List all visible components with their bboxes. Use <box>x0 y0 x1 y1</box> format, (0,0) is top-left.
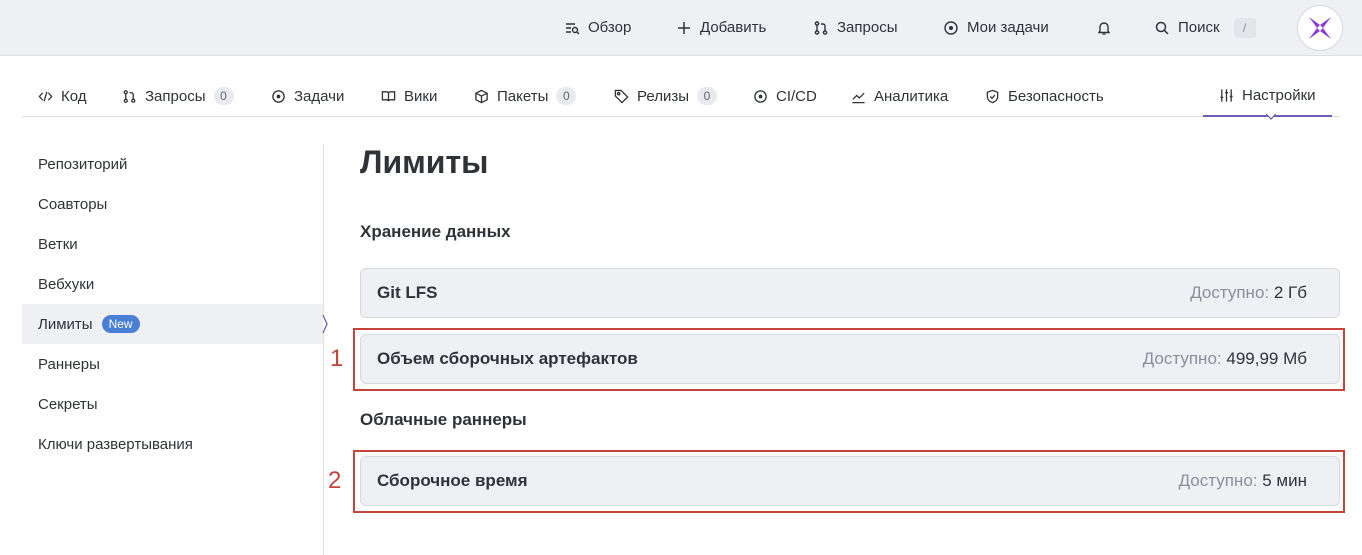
add-label: Добавить <box>700 19 767 36</box>
sidebar-item-label: Лимиты <box>38 315 93 333</box>
task-circle-icon <box>944 20 958 35</box>
search-label: Поиск <box>1178 19 1220 36</box>
sidebar-item-deploy-keys[interactable]: Ключи развертывания <box>22 424 324 464</box>
tab-packages[interactable]: Пакеты 0 <box>474 76 577 116</box>
sidebar-item-limits[interactable]: Лимиты New <box>22 304 324 344</box>
tab-label: Релизы <box>637 87 689 105</box>
chart-line-icon <box>852 92 865 103</box>
sidebar-item-label: Раннеры <box>38 355 100 373</box>
sidebar-item-branches[interactable]: Ветки <box>22 224 324 264</box>
tab-label: CI/CD <box>776 87 817 105</box>
annotation-number: 1 <box>330 345 344 372</box>
pull-request-icon <box>123 89 136 103</box>
tab-security[interactable]: Безопасность <box>985 76 1104 116</box>
sidebar-divider <box>323 144 324 555</box>
tab-tasks[interactable]: Задачи <box>271 76 344 116</box>
sidebar-item-runners[interactable]: Раннеры <box>22 344 324 384</box>
pipeline-circle-icon <box>754 89 767 103</box>
sidebar-item-webhooks[interactable]: Вебхуки <box>22 264 324 304</box>
task-circle-icon <box>272 89 285 103</box>
search-shortcut-key: / <box>1233 17 1256 38</box>
sliders-icon <box>1220 89 1233 102</box>
active-sidebar-indicator <box>322 315 328 333</box>
tab-requests[interactable]: Запросы 0 <box>122 76 234 116</box>
overview-link[interactable]: Обзор <box>564 0 631 55</box>
sidebar-item-label: Репозиторий <box>38 155 128 173</box>
limit-row-git-lfs[interactable]: Git LFS Доступно: 2 Гб <box>360 268 1340 318</box>
plus-icon <box>678 21 690 34</box>
search-icon <box>1155 21 1169 35</box>
limit-availability: Доступно: 2 Гб <box>1190 283 1307 303</box>
requests-count-badge: 0 <box>213 87 234 105</box>
overview-icon <box>566 22 580 34</box>
limit-name: Git LFS <box>377 283 438 302</box>
sidebar-item-label: Соавторы <box>38 195 108 213</box>
releases-count-badge: 0 <box>696 87 717 105</box>
tab-label: Пакеты <box>497 87 549 105</box>
section-title-storage: Хранение данных <box>360 222 511 241</box>
tab-label: Безопасность <box>1008 87 1104 105</box>
active-tab-indicator <box>1266 114 1276 120</box>
bell-icon <box>1097 21 1111 35</box>
tab-label: Вики <box>404 87 438 105</box>
packages-count-badge: 0 <box>556 87 577 105</box>
my-tasks-label: Мои задачи <box>967 19 1049 36</box>
new-badge: New <box>101 315 140 333</box>
annotation-number: 2 <box>328 467 342 494</box>
page-title: Лимиты <box>360 144 489 180</box>
overview-label: Обзор <box>588 19 632 36</box>
availability-value: 2 Гб <box>1273 283 1307 302</box>
requests-link[interactable]: Запросы <box>813 0 898 55</box>
section-title-cloud-runners: Облачные раннеры <box>360 410 527 429</box>
requests-label: Запросы <box>837 19 898 36</box>
tab-label: Аналитика <box>874 87 949 105</box>
pull-request-icon <box>814 20 828 35</box>
code-icon <box>38 91 53 101</box>
sidebar-item-label: Секреты <box>38 395 98 413</box>
top-navigation-bar: Обзор Добавить Запросы Мои задачи Поиск … <box>0 0 1362 56</box>
book-icon <box>381 90 396 101</box>
shield-icon <box>986 89 999 103</box>
tab-label: Настройки <box>1242 87 1316 104</box>
logo-icon <box>1309 17 1331 39</box>
user-avatar[interactable] <box>1297 5 1343 51</box>
my-tasks-link[interactable]: Мои задачи <box>943 0 1049 55</box>
repository-tabs: Код Запросы 0 Задачи Вики Пакеты 0 Релиз… <box>22 76 1340 117</box>
add-button[interactable]: Добавить <box>676 0 766 55</box>
annotation-highlight-box <box>353 450 1345 513</box>
sidebar-item-label: Вебхуки <box>38 275 95 293</box>
package-icon <box>475 89 488 103</box>
tab-wiki[interactable]: Вики <box>381 76 437 116</box>
tab-label: Задачи <box>294 87 345 105</box>
sidebar-item-collaborators[interactable]: Соавторы <box>22 184 324 224</box>
sidebar-item-secrets[interactable]: Секреты <box>22 384 324 424</box>
annotation-highlight-box <box>353 328 1345 391</box>
sidebar-item-label: Ветки <box>38 235 78 253</box>
tab-label: Запросы <box>145 87 206 105</box>
tab-ci-cd[interactable]: CI/CD <box>753 76 817 116</box>
tab-code[interactable]: Код <box>38 76 87 116</box>
sidebar-item-label: Ключи развертывания <box>38 435 193 453</box>
notifications-button[interactable] <box>1096 0 1112 55</box>
tab-releases[interactable]: Релизы 0 <box>614 76 717 116</box>
availability-label: Доступно: <box>1190 283 1270 302</box>
tab-label: Код <box>61 87 87 105</box>
tab-settings[interactable]: Настройки <box>1203 76 1332 117</box>
tab-analytics[interactable]: Аналитика <box>851 76 948 116</box>
sidebar-item-repository[interactable]: Репозиторий <box>22 144 324 184</box>
search-button[interactable]: Поиск / <box>1154 0 1256 55</box>
tag-icon <box>614 89 629 104</box>
